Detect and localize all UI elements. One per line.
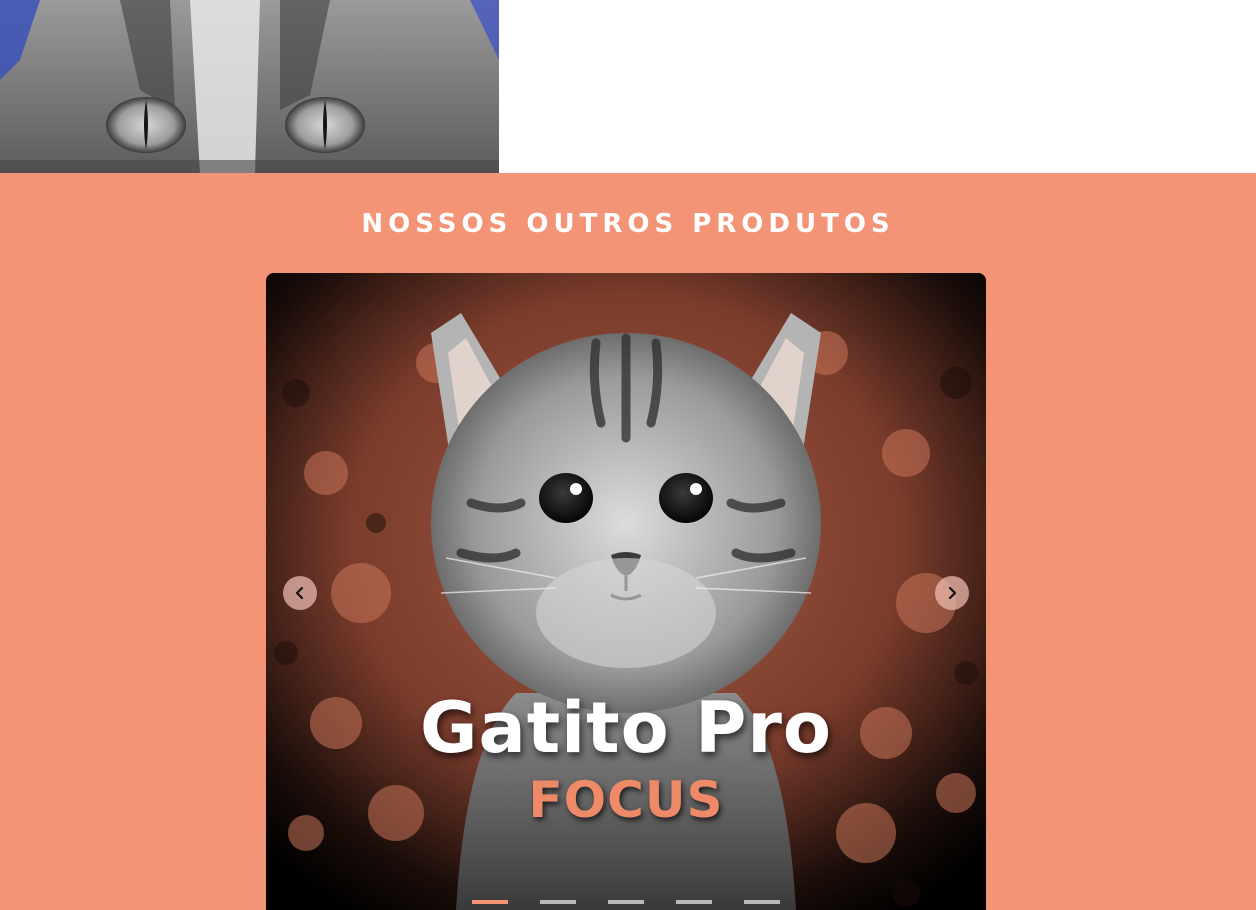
cat-eyes-image bbox=[0, 0, 499, 173]
top-area bbox=[0, 0, 1256, 173]
carousel-indicator-5[interactable] bbox=[744, 900, 780, 904]
chevron-left-icon bbox=[295, 586, 304, 600]
carousel-indicator-4[interactable] bbox=[676, 900, 712, 904]
chevron-right-icon bbox=[948, 586, 957, 600]
slide-subtitle: FOCUS bbox=[528, 771, 724, 829]
carousel-indicators bbox=[266, 900, 986, 906]
carousel-indicator-1[interactable] bbox=[472, 900, 508, 904]
slide-title: Gatito Pro bbox=[420, 687, 832, 769]
carousel-indicator-3[interactable] bbox=[608, 900, 644, 904]
cat-eyes-photo bbox=[0, 0, 499, 173]
other-products-section: NOSSOS OUTROS PRODUTOS Gatito Pro FOCUS bbox=[0, 173, 1256, 910]
section-title: NOSSOS OUTROS PRODUTOS bbox=[361, 209, 895, 239]
carousel-prev-button[interactable] bbox=[283, 576, 317, 610]
products-carousel: Gatito Pro FOCUS bbox=[266, 273, 986, 910]
carousel-next-button[interactable] bbox=[935, 576, 969, 610]
carousel-indicator-2[interactable] bbox=[540, 900, 576, 904]
